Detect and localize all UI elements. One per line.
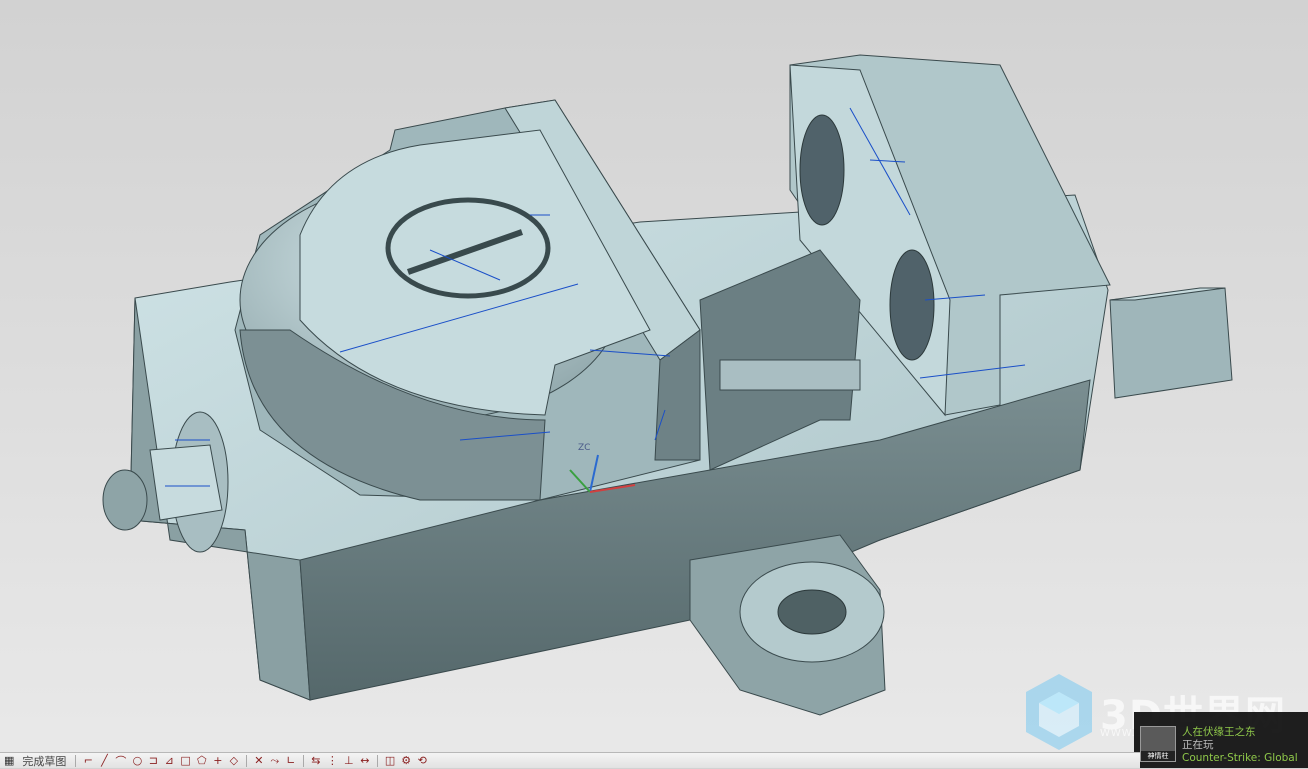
arc-icon[interactable]: ⌒ (113, 754, 128, 768)
finish-sketch-button[interactable]: 完成草图 (18, 753, 70, 769)
corner-icon[interactable]: ∟ (284, 754, 298, 768)
toolbar-separator (302, 754, 304, 767)
grid-icon[interactable]: ▦ (2, 754, 16, 768)
avatar-caption: 神情柱 (1141, 751, 1175, 761)
zc-axis-label: ZC (578, 443, 590, 453)
polygon-icon[interactable]: ⬠ (195, 754, 209, 768)
mirror-icon[interactable]: ⇆ (309, 754, 323, 768)
movable-jaw (234, 99, 701, 501)
circle-icon[interactable]: ○ (130, 754, 144, 768)
chamfer-icon[interactable]: ⊿ (162, 754, 176, 768)
dimension-icon[interactable]: ↔ (358, 754, 372, 768)
convert-icon[interactable]: ⟲ (415, 754, 429, 768)
notification-game: Counter-Strike: Global (1182, 752, 1298, 764)
display-constraint-icon[interactable]: ◫ (383, 754, 397, 768)
vise-model[interactable]: ZC (0, 0, 1308, 768)
mounting-ear (689, 534, 886, 716)
graphics-viewport[interactable]: ZC 3D世界网 WWW.3DSJW.COM 神情柱 人在伏缘王之东 正在玩 C… (0, 0, 1308, 768)
toolbar-separator (376, 754, 378, 767)
sketch-toolbar: ▦ 完成草图 ⌐ ╱ ⌒ ○ ⊐ ⊿ □ ⬠ + ◇ ✕ ⤳ ∟ ⇆ ⋮ ⊥ ↔… (0, 752, 1140, 768)
profile-icon[interactable]: ⌐ (81, 754, 95, 768)
notification-username: 人在伏缘王之东 (1182, 726, 1256, 738)
pattern-icon[interactable]: ⋮ (325, 754, 340, 768)
extend-icon[interactable]: ⤳ (268, 754, 282, 768)
constraint-icon[interactable]: ⊥ (342, 754, 356, 768)
rectangle-icon[interactable]: □ (178, 754, 192, 768)
avatar: 神情柱 (1140, 726, 1176, 762)
offset-icon[interactable]: ◇ (227, 754, 241, 768)
toolbar-separator (245, 754, 247, 767)
toolbar-separator (75, 754, 77, 767)
steam-notification[interactable]: 神情柱 人在伏缘王之东 正在玩 Counter-Strike: Global (1134, 712, 1308, 768)
line-icon[interactable]: ╱ (97, 754, 111, 768)
point-icon[interactable]: + (211, 754, 225, 768)
notification-status: 正在玩 (1182, 739, 1214, 751)
trim-icon[interactable]: ✕ (252, 754, 266, 768)
cube-logo-icon (1026, 674, 1092, 750)
relation-icon[interactable]: ⚙ (399, 754, 413, 768)
fillet-icon[interactable]: ⊐ (146, 754, 160, 768)
